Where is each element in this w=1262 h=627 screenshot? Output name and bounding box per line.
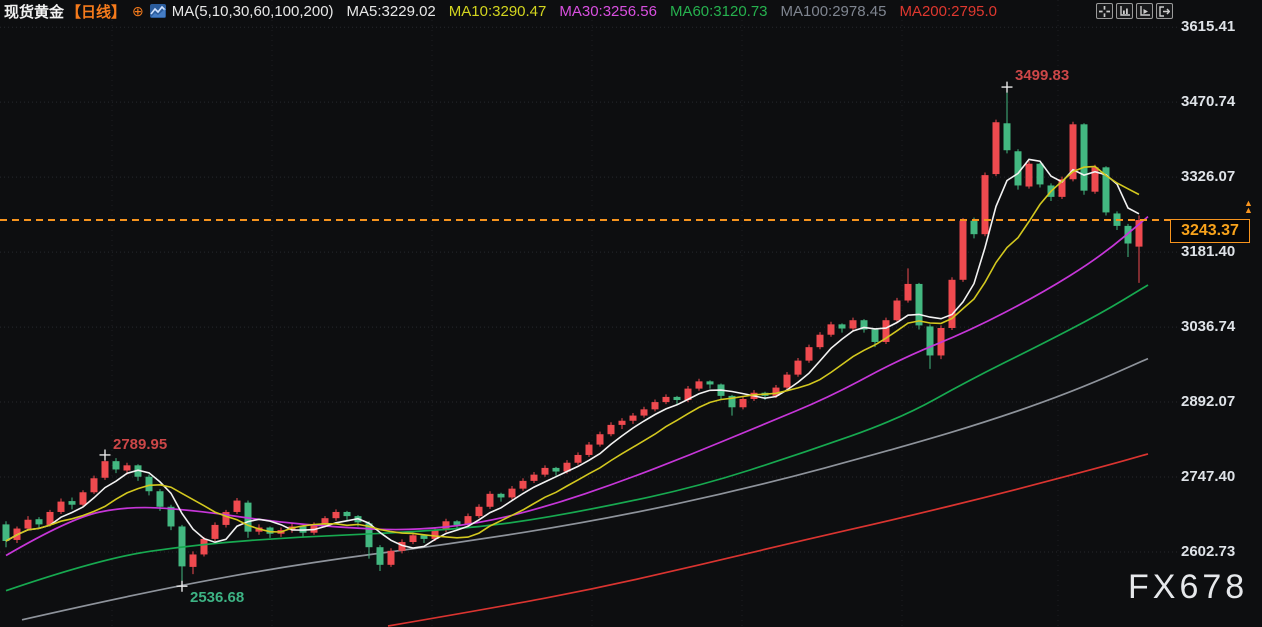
price-tick-label: 3181.40 [1181,243,1235,260]
crosshair-icon[interactable] [1096,3,1113,19]
candlestick-chart[interactable] [0,0,1262,627]
current-price-label: 3243.37 [1170,219,1250,243]
chart-thumbnail-icon[interactable] [150,4,166,18]
ma-legend-item: MA200:2795.0 [899,3,997,20]
price-tick-label: 2602.73 [1181,543,1235,560]
current-price-value: 3243.37 [1181,222,1239,240]
price-tick-label: 2892.07 [1181,393,1235,410]
chart-toolbar [1096,3,1173,19]
price-tick-label: 3615.41 [1181,18,1235,35]
ma-legend: MA5:3229.02 MA10:3290.47 MA30:3256.56 MA60:… [334,3,997,20]
price-tick-label: 2747.40 [1181,468,1235,485]
chart-app: 现货黄金 【日线】 ⊕ MA(5,10,30,60,100,200) MA5:3… [0,0,1262,627]
ma-group-label: MA(5,10,30,60,100,200) [172,3,334,20]
chart-header: 现货黄金 【日线】 ⊕ MA(5,10,30,60,100,200) MA5:3… [0,0,997,22]
plus-circle-icon[interactable]: ⊕ [132,3,144,20]
period-label[interactable]: 【日线】 [66,1,126,22]
ma-legend-item: MA60:3120.73 [670,3,768,20]
symbol-title: 现货黄金 [4,1,64,22]
ma-legend-item: MA10:3290.47 [449,3,547,20]
ma-legend-item: MA100:2978.45 [781,3,887,20]
price-tick-label: 3326.07 [1181,168,1235,185]
price-up-arrows-icon: ▲▲ [1244,200,1253,214]
watermark: FX678 [1128,568,1248,607]
price-annotation: 3499.83 [1015,67,1069,84]
price-tick-label: 3036.74 [1181,318,1235,335]
axis-play-icon[interactable] [1136,3,1153,19]
axis-bars-icon[interactable] [1116,3,1133,19]
price-annotation: 2789.95 [113,436,167,453]
ma-legend-item: MA30:3256.56 [559,3,657,20]
price-tick-label: 3470.74 [1181,93,1235,110]
price-annotation: 2536.68 [190,589,244,606]
exit-chart-icon[interactable] [1156,3,1173,19]
ma-legend-item: MA5:3229.02 [347,3,436,20]
